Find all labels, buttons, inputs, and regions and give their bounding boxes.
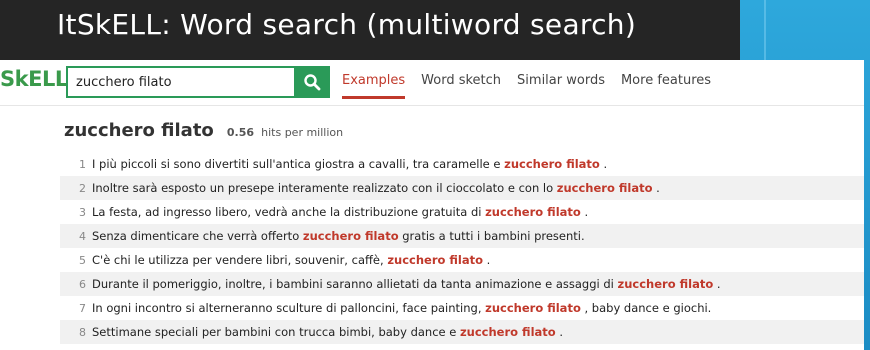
result-text: In ogni incontro si alterneranno scultur… [92,301,711,315]
context-after: , baby dance e giochi. [580,301,712,315]
logo-part-ske: SkE [0,67,42,91]
context-after: . [652,181,660,195]
tab-examples[interactable]: Examples [342,73,406,99]
keyword-match: zucchero filato [485,301,581,315]
logo-part-ll: LL [41,67,68,91]
context-after: . [580,205,589,219]
context-after: . [483,253,491,267]
tab-word-sketch[interactable]: Word sketch [421,73,501,99]
tab-more-features[interactable]: More features [621,73,711,99]
result-text: La festa, ad ingresso libero, vedrà anch… [92,205,588,219]
result-number: 7 [79,301,86,315]
result-row: 5 C'è chi le utilizza per vendere libri,… [60,248,864,272]
result-row: 3 La festa, ad ingresso libero, vedrà an… [60,200,864,224]
context-before: Inoltre sarà esposto un presepe interame… [92,181,557,195]
keyword-match: zucchero filato [387,253,484,267]
keyword-match: zucchero filato [617,277,714,291]
results-list: 1 I più piccoli si sono divertiti sull'a… [60,152,864,344]
search-icon [304,74,321,91]
context-before: Durante il pomeriggio, inoltre, i bambin… [92,277,618,291]
context-after: gratis a tutti i bambini presenti. [398,229,585,243]
result-number: 6 [79,277,86,291]
result-text: Inoltre sarà esposto un presepe interame… [92,181,660,195]
slide-accent-divider [764,0,766,60]
keyword-match: zucchero filato [504,157,600,171]
result-number: 3 [79,205,86,219]
result-number: 2 [79,181,86,195]
main-nav: Examples Word sketch Similar words More … [342,73,727,99]
app-topbar: SkELL Examples Word sketch Similar words… [0,60,864,106]
result-row: 7 In ogni incontro si alterneranno scult… [60,296,864,320]
context-after: . [599,157,608,171]
context-before: C'è chi le utilizza per vendere libri, s… [92,253,388,267]
slide-title: ItSkELL: Word search (multiword search) [57,8,637,41]
result-text: I più piccoli si sono divertiti sull'ant… [92,157,607,171]
result-heading: zucchero filato 0.56 hits per million [64,120,343,141]
result-number: 4 [79,229,86,243]
search-button[interactable] [294,66,330,98]
context-after: . [555,325,563,339]
context-after: . [713,277,721,291]
context-before: In ogni incontro si alterneranno scultur… [92,301,486,315]
result-text: C'è chi le utilizza per vendere libri, s… [92,253,490,267]
context-before: La festa, ad ingresso libero, vedrà anch… [92,205,486,219]
hits-value: 0.56 [226,126,255,139]
keyword-match: zucchero filato [556,181,653,195]
result-text: Settimane speciali per bambini con trucc… [92,325,563,339]
keyword-match: zucchero filato [459,325,556,339]
result-text: Senza dimenticare che verrà offerto zucc… [92,229,585,243]
skell-screenshot: SkELL Examples Word sketch Similar words… [0,60,864,350]
topbar-divider [0,105,864,106]
skell-logo[interactable]: SkELL [0,67,68,91]
result-row: 8 Settimane speciali per bambini con tru… [60,320,864,344]
keyword-match: zucchero filato [302,229,399,243]
result-row: 6 Durante il pomeriggio, inoltre, i bamb… [60,272,864,296]
tab-similar-words[interactable]: Similar words [517,73,605,99]
result-row: 4 Senza dimenticare che verrà offerto zu… [60,224,864,248]
result-row: 2 Inoltre sarà esposto un presepe intera… [60,176,864,200]
keyword-match: zucchero filato [485,205,581,219]
result-number: 1 [79,157,86,171]
result-term: zucchero filato [64,120,214,141]
context-before: I più piccoli si sono divertiti sull'ant… [92,157,505,171]
hits-unit: hits per million [261,126,344,139]
context-before: Senza dimenticare che verrà offerto [92,229,303,243]
result-number: 5 [79,253,86,267]
context-before: Settimane speciali per bambini con trucc… [92,325,460,339]
search-input[interactable] [68,68,296,96]
search-box [66,66,296,98]
result-text: Durante il pomeriggio, inoltre, i bambin… [92,277,721,291]
result-number: 8 [79,325,86,339]
result-row: 1 I più piccoli si sono divertiti sull'a… [60,152,864,176]
